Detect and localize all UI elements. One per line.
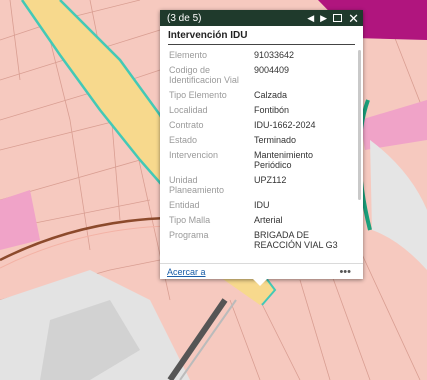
close-button[interactable]: ✕ [348, 12, 359, 25]
attribute-row: Elemento 91033642 [160, 48, 356, 63]
popup-titlebar: (3 de 5) ◀ ▶ ✕ [160, 10, 363, 26]
attribute-row: Intervencion Mantenimiento Periódico [160, 148, 356, 173]
attribute-row: Estado Terminado [160, 133, 356, 148]
popup-title: Intervención IDU [168, 30, 355, 45]
attribute-label: Tipo Malla [169, 215, 211, 225]
attribute-row: Unidad Planeamiento UPZ112 [160, 173, 356, 198]
attribute-value: Mantenimiento Periódico [254, 150, 314, 170]
attribute-value: Fontibón [254, 105, 290, 115]
attribute-row: Localidad Fontibón [160, 103, 356, 118]
attribute-value: Terminado [254, 135, 297, 145]
attribute-row: Codigo de Identificacion Vial 9004409 [160, 63, 356, 88]
attribute-label: Unidad Planeamiento [169, 175, 225, 195]
attribute-value: Arterial [254, 215, 283, 225]
attribute-row: Programa BRIGADA DE REACCIÓN VIAL G3 [160, 228, 356, 253]
attribute-row: Contrato IDU-1662-2024 [160, 118, 356, 133]
attribute-label: Tipo Elemento [169, 90, 227, 100]
attribute-label: Codigo de Identificacion Vial [169, 65, 239, 85]
attribute-label: Localidad [169, 105, 208, 115]
previous-feature-button[interactable]: ◀ [307, 13, 314, 23]
attribute-table[interactable]: Elemento 91033642 Codigo de Identificaci… [160, 48, 356, 262]
attribute-row: Entidad IDU [160, 198, 356, 213]
attribute-label: Entidad [169, 200, 200, 210]
maximize-icon[interactable] [333, 14, 343, 22]
zoom-to-link[interactable]: Acercar a [167, 267, 206, 277]
attribute-row: Tipo Malla Arterial [160, 213, 356, 228]
attribute-value: UPZ112 [254, 175, 287, 185]
feature-popup[interactable]: (3 de 5) ◀ ▶ ✕ Intervención IDU Elemento… [160, 10, 363, 286]
more-options-button[interactable]: ••• [339, 266, 351, 278]
attribute-value: 91033642 [254, 50, 295, 60]
next-feature-button[interactable]: ▶ [320, 13, 327, 23]
popup-footer: Acercar a ••• [160, 263, 363, 279]
attribute-row: Tipo Elemento Calzada [160, 88, 356, 103]
popup-scrollbar[interactable] [358, 50, 361, 200]
attribute-value: IDU-1662-2024 [254, 120, 316, 130]
attribute-value: 9004409 [254, 65, 290, 75]
attribute-value: BRIGADA DE REACCIÓN VIAL G3 [254, 230, 338, 250]
attribute-label: Programa [169, 230, 209, 240]
attribute-label: Contrato [169, 120, 204, 130]
attribute-label: Elemento [169, 50, 208, 60]
attribute-value: IDU [254, 200, 270, 210]
map-view[interactable]: (3 de 5) ◀ ▶ ✕ Intervención IDU Elemento… [0, 0, 427, 380]
titlebar-controls: ◀ ▶ ✕ [307, 12, 359, 25]
page-indicator: (3 de 5) [167, 12, 202, 24]
attribute-label: Intervencion [169, 150, 219, 160]
attribute-value: Calzada [254, 90, 288, 100]
attribute-label: Estado [169, 135, 198, 145]
